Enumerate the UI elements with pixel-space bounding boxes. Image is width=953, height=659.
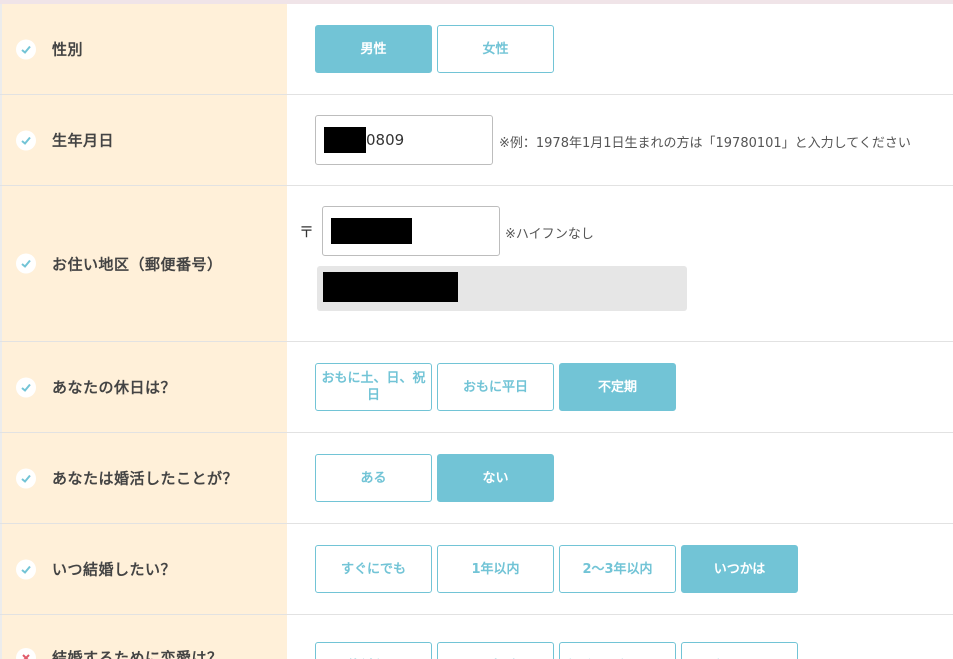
label-cell: あなたは婚活したことが？ (0, 433, 287, 523)
profile-form: 性別 男性 女性 生年月日 0809 ※例：1978年1月1日生まれの方は「19… (0, 4, 953, 659)
label-cell: お住い地区（郵便番号） (0, 186, 287, 341)
love-option-not-needed[interactable]: 必要ない (681, 642, 798, 659)
row-love-needed: 結婚するために恋愛は？ 絶対必要 あった方がよい 必ずしも必要ない 必要ない (0, 615, 953, 659)
birthdate-input[interactable]: 0809 (315, 115, 493, 165)
check-icon (16, 253, 36, 274)
birthdate-note: ※例：1978年1月1日生まれの方は「19780101」と入力してください (499, 136, 911, 151)
when-marry-option-asap[interactable]: すぐにでも (315, 545, 432, 593)
postal-code-input[interactable] (322, 206, 500, 256)
when-marry-option-someday[interactable]: いつかは (681, 545, 798, 593)
check-icon (16, 377, 36, 397)
when-marry-option-2-3years[interactable]: 2〜3年以内 (559, 545, 676, 593)
field-label-address: お住い地区（郵便番号） (52, 255, 223, 273)
when-marry-option-1year[interactable]: 1年以内 (437, 545, 554, 593)
address-display (317, 266, 687, 311)
birthdate-value: 0809 (366, 131, 405, 149)
required-icon (16, 647, 36, 659)
love-option-better[interactable]: あった方がよい (437, 642, 554, 659)
gender-option-female[interactable]: 女性 (437, 25, 554, 73)
redacted-text (324, 127, 366, 153)
row-konkatsu: あなたは婚活したことが？ ある ない (0, 433, 953, 524)
love-option-not-necessarily[interactable]: 必ずしも必要ない (559, 642, 676, 659)
field-label-birthdate: 生年月日 (52, 131, 115, 150)
redacted-text (331, 218, 412, 244)
row-gender: 性別 男性 女性 (0, 4, 953, 95)
row-birthdate: 生年月日 0809 ※例：1978年1月1日生まれの方は「19780101」と入… (0, 95, 953, 186)
field-label-konkatsu: あなたは婚活したことが？ (52, 469, 239, 488)
gender-option-male[interactable]: 男性 (315, 25, 432, 73)
konkatsu-option-yes[interactable]: ある (315, 454, 432, 502)
holiday-option-irregular[interactable]: 不定期 (559, 363, 676, 411)
postal-mark: 〒 (299, 223, 315, 241)
konkatsu-option-no[interactable]: ない (437, 454, 554, 502)
row-holiday: あなたの休日は？ おもに土、日、祝日 おもに平日 不定期 (0, 342, 953, 433)
field-label-love-needed: 結婚するために恋愛は？ (52, 649, 223, 659)
holiday-option-weekend[interactable]: おもに土、日、祝日 (315, 363, 432, 411)
label-cell: 結婚するために恋愛は？ (0, 615, 287, 659)
field-label-holiday: あなたの休日は？ (52, 378, 177, 397)
check-icon (16, 468, 36, 488)
check-icon (16, 559, 36, 579)
field-label-when-marry: いつ結婚したい？ (52, 560, 177, 579)
row-address: お住い地区（郵便番号） 〒 ※ハイフンなし (0, 186, 953, 342)
holiday-option-weekday[interactable]: おもに平日 (437, 363, 554, 411)
check-icon (16, 39, 36, 59)
field-label-gender: 性別 (52, 40, 84, 59)
love-option-essential[interactable]: 絶対必要 (315, 642, 432, 659)
label-cell: いつ結婚したい？ (0, 524, 287, 614)
postal-code-note: ※ハイフンなし (505, 227, 594, 242)
label-cell: あなたの休日は？ (0, 342, 287, 432)
redacted-text (323, 272, 458, 302)
label-cell: 性別 (0, 4, 287, 94)
label-cell: 生年月日 (0, 95, 287, 185)
check-icon (16, 130, 36, 150)
row-when-marry: いつ結婚したい？ すぐにでも 1年以内 2〜3年以内 いつかは (0, 524, 953, 615)
